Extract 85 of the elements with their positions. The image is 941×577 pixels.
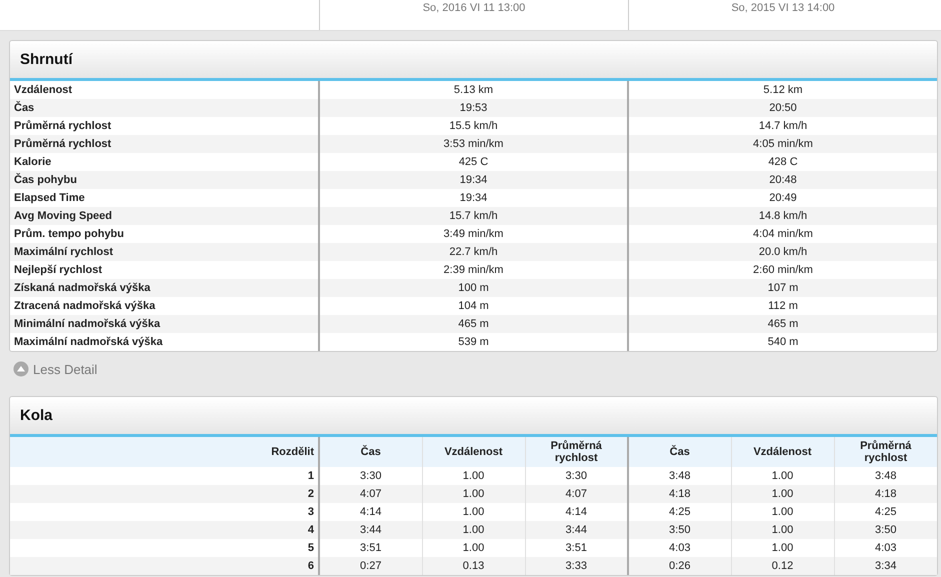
table-cell: 19:53 [319,99,628,117]
table-cell: 5 [10,539,319,557]
table-cell: 14.8 km/h [628,207,937,225]
row-label: Maximální nadmořská výška [10,333,319,351]
table-cell: 1.00 [731,485,834,503]
table-cell: 1.00 [422,503,525,521]
table-cell: 4:05 min/km [628,135,937,153]
table-cell: 3:50 [628,521,731,539]
table-cell: 1.00 [731,521,834,539]
table-cell: 0:26 [628,557,731,575]
table-cell: 100 m [319,279,628,297]
row-label: Čas [10,99,319,117]
table-cell: 3 [10,503,319,521]
column-header: Čas [319,437,422,467]
column-date: So, 2016 VI 11 13:00 [422,2,526,14]
row-label: Minimální nadmořská výška [10,315,319,333]
table-cell: 3:51 [319,539,422,557]
table-cell: 0.12 [731,557,834,575]
less-detail-button[interactable]: Less Detail [13,361,98,377]
table-cell: 3:50 [834,521,937,539]
table-cell: 4:07 [319,485,422,503]
table-cell: 3:51 [525,539,628,557]
table-cell: 4:18 [628,485,731,503]
table-cell: 3:44 [525,521,628,539]
table-cell: 20:48 [628,171,937,189]
table-cell: 539 m [319,333,628,351]
panel-title: Shrnutí [20,51,72,68]
column-header: Průměrná rychlost [834,437,937,467]
table-cell: 4:14 [319,503,422,521]
table-cell: 3:33 [525,557,628,575]
table-cell: 2 [10,485,319,503]
table-cell: 1.00 [422,467,525,485]
table-cell: 4:25 [628,503,731,521]
table-cell: 1.00 [731,503,834,521]
table-cell: 0.13 [422,557,525,575]
table-cell: 3:34 [834,557,937,575]
table-cell: 1.00 [422,521,525,539]
table-cell: 4:18 [834,485,937,503]
table-cell: 20.0 km/h [628,243,937,261]
table-cell: 4:04 min/km [628,225,937,243]
table-cell: 3:44 [319,521,422,539]
table-cell: 4:25 [834,503,937,521]
table-cell: 3:30 [319,467,422,485]
table-cell: 540 m [628,333,937,351]
table-cell: 4:03 [628,539,731,557]
table-cell: 465 m [319,315,628,333]
column-header: Průměrná rychlost [525,437,628,467]
table-cell: 3:53 min/km [319,135,628,153]
table-cell: 6 [10,557,319,575]
table-cell: 4:03 [834,539,937,557]
table-cell: 1.00 [731,539,834,557]
table-cell: 3:48 [628,467,731,485]
table-cell: 15.7 km/h [319,207,628,225]
table-cell: 20:49 [628,189,937,207]
column-header: Čas [628,437,731,467]
row-label: Získaná nadmořská výška [10,279,319,297]
row-label: Avg Moving Speed [10,207,319,225]
column-header: Vzdálenost [422,437,525,467]
panel-title: Kola [20,407,53,424]
table-cell: 4:14 [525,503,628,521]
table-cell: 2:60 min/km [628,261,937,279]
table-cell: 3:30 [525,467,628,485]
table-cell: 1 [10,467,319,485]
table-cell: 22.7 km/h [319,243,628,261]
table-cell: 1.00 [422,539,525,557]
table-cell: 0:27 [319,557,422,575]
row-label: Maximální rychlost [10,243,319,261]
table-cell: 107 m [628,279,937,297]
table-cell: 4 [10,521,319,539]
column-header: Rozdělit [10,437,319,467]
table-cell: 3:48 [834,467,937,485]
column-header: Vzdálenost [731,437,834,467]
table-cell: 14.7 km/h [628,117,937,135]
table-cell: 20:50 [628,99,937,117]
column-date: So, 2015 VI 13 14:00 [731,2,835,14]
table-cell: 5.12 km [628,81,937,99]
table-cell: 19:34 [319,171,628,189]
table-cell: 4:07 [525,485,628,503]
row-label: Čas pohybu [10,171,319,189]
row-label: Průměrná rychlost [10,135,319,153]
table-cell: 1.00 [422,485,525,503]
table-cell: 112 m [628,297,937,315]
table-cell: 428 C [628,153,937,171]
table-cell: 1.00 [731,467,834,485]
table-cell: 465 m [628,315,937,333]
